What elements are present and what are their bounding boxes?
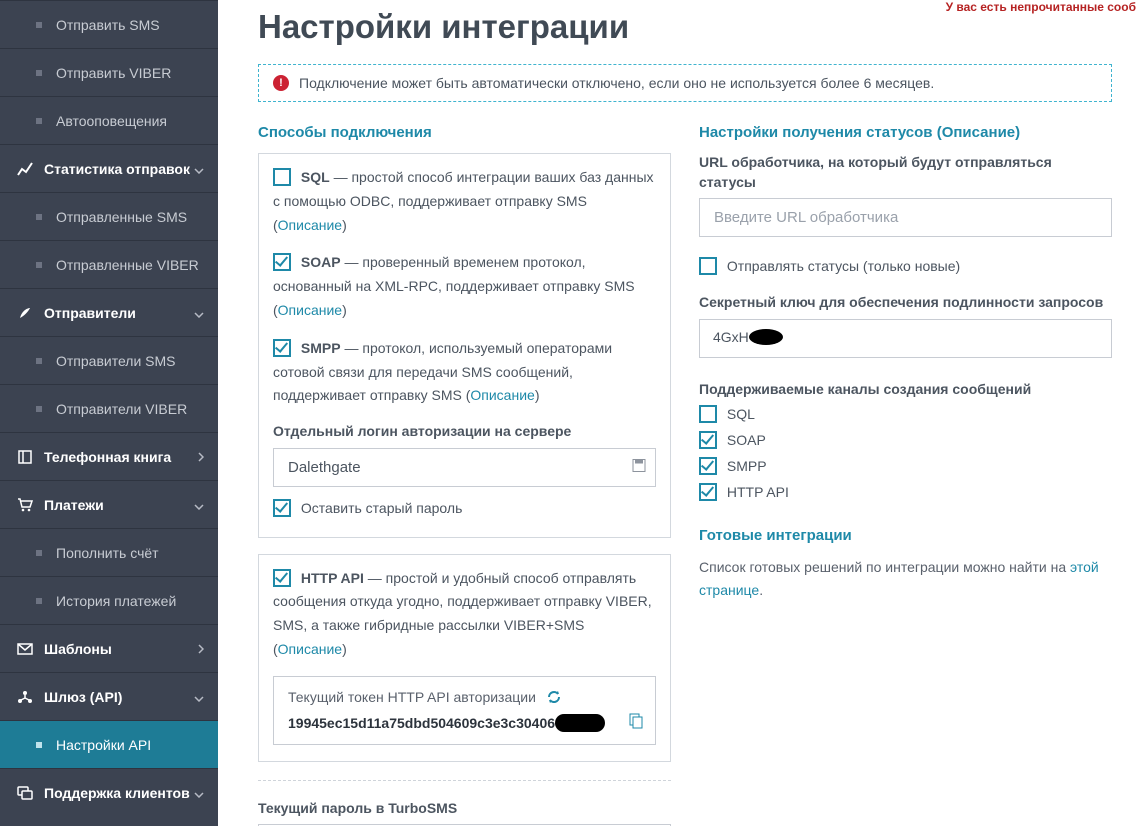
secret-key-input[interactable] (699, 319, 1112, 358)
sidebar-item-send-viber[interactable]: Отправить VIBER (0, 48, 218, 96)
http-checkbox[interactable] (273, 569, 291, 587)
channel-soap-checkbox[interactable] (699, 431, 717, 449)
sidebar-item-senders-viber[interactable]: Отправители VIBER (0, 384, 218, 432)
sidebar: Отправить SMS Отправить VIBER Автооповещ… (0, 0, 218, 826)
cart-icon (14, 498, 36, 512)
divider (258, 780, 671, 781)
status-settings-title: Настройки получения статусов (Описание) (699, 124, 1112, 141)
smpp-checkbox[interactable] (273, 339, 291, 357)
url-handler-label: URL обработчика, на который будут отправ… (699, 153, 1112, 192)
sidebar-item-gateway[interactable]: Шлюз (API) (0, 672, 218, 720)
sidebar-item-templates[interactable]: Шаблоны (0, 624, 218, 672)
http-description-link[interactable]: Описание (278, 641, 342, 657)
sql-description-link[interactable]: Описание (278, 217, 342, 233)
chart-icon (14, 162, 36, 176)
option-http: HTTP API — простой и удобный способ отпр… (273, 567, 656, 662)
warning-banner: ! Подключение может быть автоматически о… (258, 64, 1112, 102)
chevron-down-icon (194, 497, 204, 513)
token-value: 19945ec15d11a75dbd504609c3e3c30406 (288, 715, 555, 731)
sidebar-item-support[interactable]: Поддержка клиентов (0, 768, 218, 816)
unread-notice[interactable]: У вас есть непрочитанные сооб (946, 0, 1136, 14)
chevron-down-icon (194, 305, 204, 321)
channels-list: SQL SOAP SMPP HTTP API (699, 405, 1112, 501)
channel-sql-checkbox[interactable] (699, 405, 717, 423)
current-password-label: Текущий пароль в TurboSMS (258, 799, 671, 819)
secret-key-label: Секретный ключ для обеспечения подлиннос… (699, 293, 1112, 313)
option-sql: SQL — простой способ интеграции ваших ба… (273, 166, 656, 237)
sidebar-item-sent-sms[interactable]: Отправленные SMS (0, 192, 218, 240)
url-handler-input[interactable] (699, 198, 1112, 237)
ready-integrations-title: Готовые интеграции (699, 527, 1112, 544)
feather-icon (14, 306, 36, 320)
ready-integrations-text: Список готовых решений по интеграции мож… (699, 556, 1112, 601)
sidebar-item-pay-history[interactable]: История платежей (0, 576, 218, 624)
sidebar-item-phonebook[interactable]: Телефонная книга (0, 432, 218, 480)
network-icon (14, 690, 36, 704)
soap-description-link[interactable]: Описание (278, 302, 342, 318)
sidebar-item-sent-viber[interactable]: Отправленные VIBER (0, 240, 218, 288)
main-content: У вас есть непрочитанные сооб Настройки … (218, 0, 1136, 826)
chevron-down-icon (194, 785, 204, 801)
sidebar-item-payments[interactable]: Платежи (0, 480, 218, 528)
refresh-token-icon[interactable] (546, 689, 562, 708)
book-icon (14, 450, 36, 464)
sidebar-item-senders-sms[interactable]: Отправители SMS (0, 336, 218, 384)
warning-text: Подключение может быть автоматически отк… (299, 75, 934, 91)
channel-http-checkbox[interactable] (699, 483, 717, 501)
sidebar-item-auto-notify[interactable]: Автооповещения (0, 96, 218, 144)
sidebar-item-stats[interactable]: Статистика отправок (0, 144, 218, 192)
alert-icon: ! (273, 75, 289, 91)
sidebar-item-api-settings[interactable]: Настройки API (0, 720, 218, 768)
token-box: Текущий токен HTTP API авторизации 19945… (273, 676, 656, 745)
option-smpp: SMPP — протокол, используемый операторам… (273, 337, 656, 408)
login-input[interactable] (273, 448, 656, 487)
chevron-right-icon (198, 641, 204, 657)
status-description-link[interactable]: Описание (942, 124, 1015, 141)
chevron-right-icon (198, 449, 204, 465)
channel-smpp-checkbox[interactable] (699, 457, 717, 475)
right-column: Настройки получения статусов (Описание) … (699, 124, 1112, 826)
chat-icon (14, 786, 36, 800)
smpp-description-link[interactable]: Описание (470, 387, 534, 403)
envelope-icon (14, 643, 36, 655)
login-label: Отдельный логин авторизации на сервере (273, 422, 656, 442)
option-soap: SOAP — проверенный временем протокол, ос… (273, 251, 656, 322)
methods-block: SQL — простой способ интеграции ваших ба… (258, 153, 671, 538)
sidebar-item-send-sms[interactable]: Отправить SMS (0, 0, 218, 48)
sidebar-item-topup[interactable]: Пополнить счёт (0, 528, 218, 576)
connection-methods-title: Способы подключения (258, 124, 671, 141)
save-icon[interactable] (632, 459, 646, 476)
channels-label: Поддерживаемые каналы создания сообщений (699, 380, 1112, 400)
http-api-block: HTTP API — простой и удобный способ отпр… (258, 554, 671, 762)
sql-checkbox[interactable] (273, 168, 291, 186)
chevron-down-icon (194, 161, 204, 177)
copy-token-icon[interactable] (627, 713, 643, 732)
soap-checkbox[interactable] (273, 253, 291, 271)
keep-password-checkbox[interactable] (273, 499, 291, 517)
sidebar-item-senders[interactable]: Отправители (0, 288, 218, 336)
chevron-down-icon (194, 689, 204, 705)
new-only-checkbox[interactable] (699, 257, 717, 275)
left-column: Способы подключения SQL — простой способ… (258, 124, 671, 826)
